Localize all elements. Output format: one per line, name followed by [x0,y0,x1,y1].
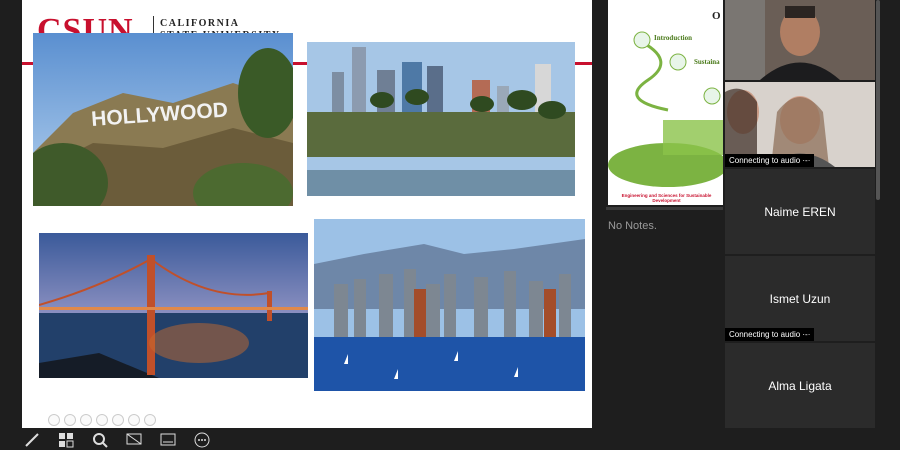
slide-tool-more[interactable] [144,414,156,426]
next-slide-thumbnail[interactable]: O Introduction Sustaina Engineering and … [608,0,723,205]
participant-tile-alma[interactable]: Alma Ligata [725,343,875,428]
slide-nav-tools [48,414,156,426]
thumbnail-separator [606,207,723,210]
presenter-toolbar [22,430,212,450]
slide-tool-zoom[interactable] [112,414,124,426]
slide-tool-grid[interactable] [128,414,140,426]
thumb-title: O [712,10,721,22]
more-icon[interactable] [192,431,212,449]
logo-subtitle-line-1: CALIFORNIA [160,18,240,29]
thumb-item-intro: Introduction [654,34,692,42]
slide-tool-view[interactable] [96,414,108,426]
thumb-footer: Engineering and Sciences for Sustainable… [621,193,712,203]
slide-tool-next[interactable] [64,414,76,426]
san-diego-skyline-photo [314,219,585,391]
participant-name: Ismet Uzun [769,292,831,306]
pen-icon[interactable] [22,431,42,449]
participant-name: Naime EREN [764,205,836,219]
participant-video-2[interactable]: Connecting to audio ·-· [725,82,875,167]
los-angeles-skyline-photo [307,42,575,196]
notes-text: No Notes. [608,220,657,232]
thumbnail-graphic [608,31,723,187]
video-feed-1 [725,0,875,80]
search-icon[interactable] [90,431,110,449]
subtitles-icon[interactable] [158,431,178,449]
audio-status-label: Connecting to audio ·-· [725,154,815,167]
audio-status-label: Connecting to audio ·-· [725,328,815,341]
hollywood-sign-photo: HOLLYWOOD [33,33,293,206]
participant-video-1[interactable] [725,0,875,80]
slide-tool-prev[interactable] [48,414,60,426]
grid-icon[interactable] [56,431,76,449]
participants-scrollbar[interactable] [876,0,880,200]
presentation-slide: CSUN CALIFORNIA STATE UNIVERSITY HOLLYWO… [22,0,592,428]
participant-tile-naime[interactable]: Naime EREN [725,169,875,254]
participant-tile-ismet[interactable]: Ismet Uzun Connecting to audio ·-· [725,256,875,341]
screen-icon[interactable] [124,431,144,449]
golden-gate-bridge-photo [39,233,308,378]
slide-tool-pen[interactable] [80,414,92,426]
thumb-item-sustain: Sustaina [694,58,720,66]
participant-name: Alma Ligata [768,379,832,393]
